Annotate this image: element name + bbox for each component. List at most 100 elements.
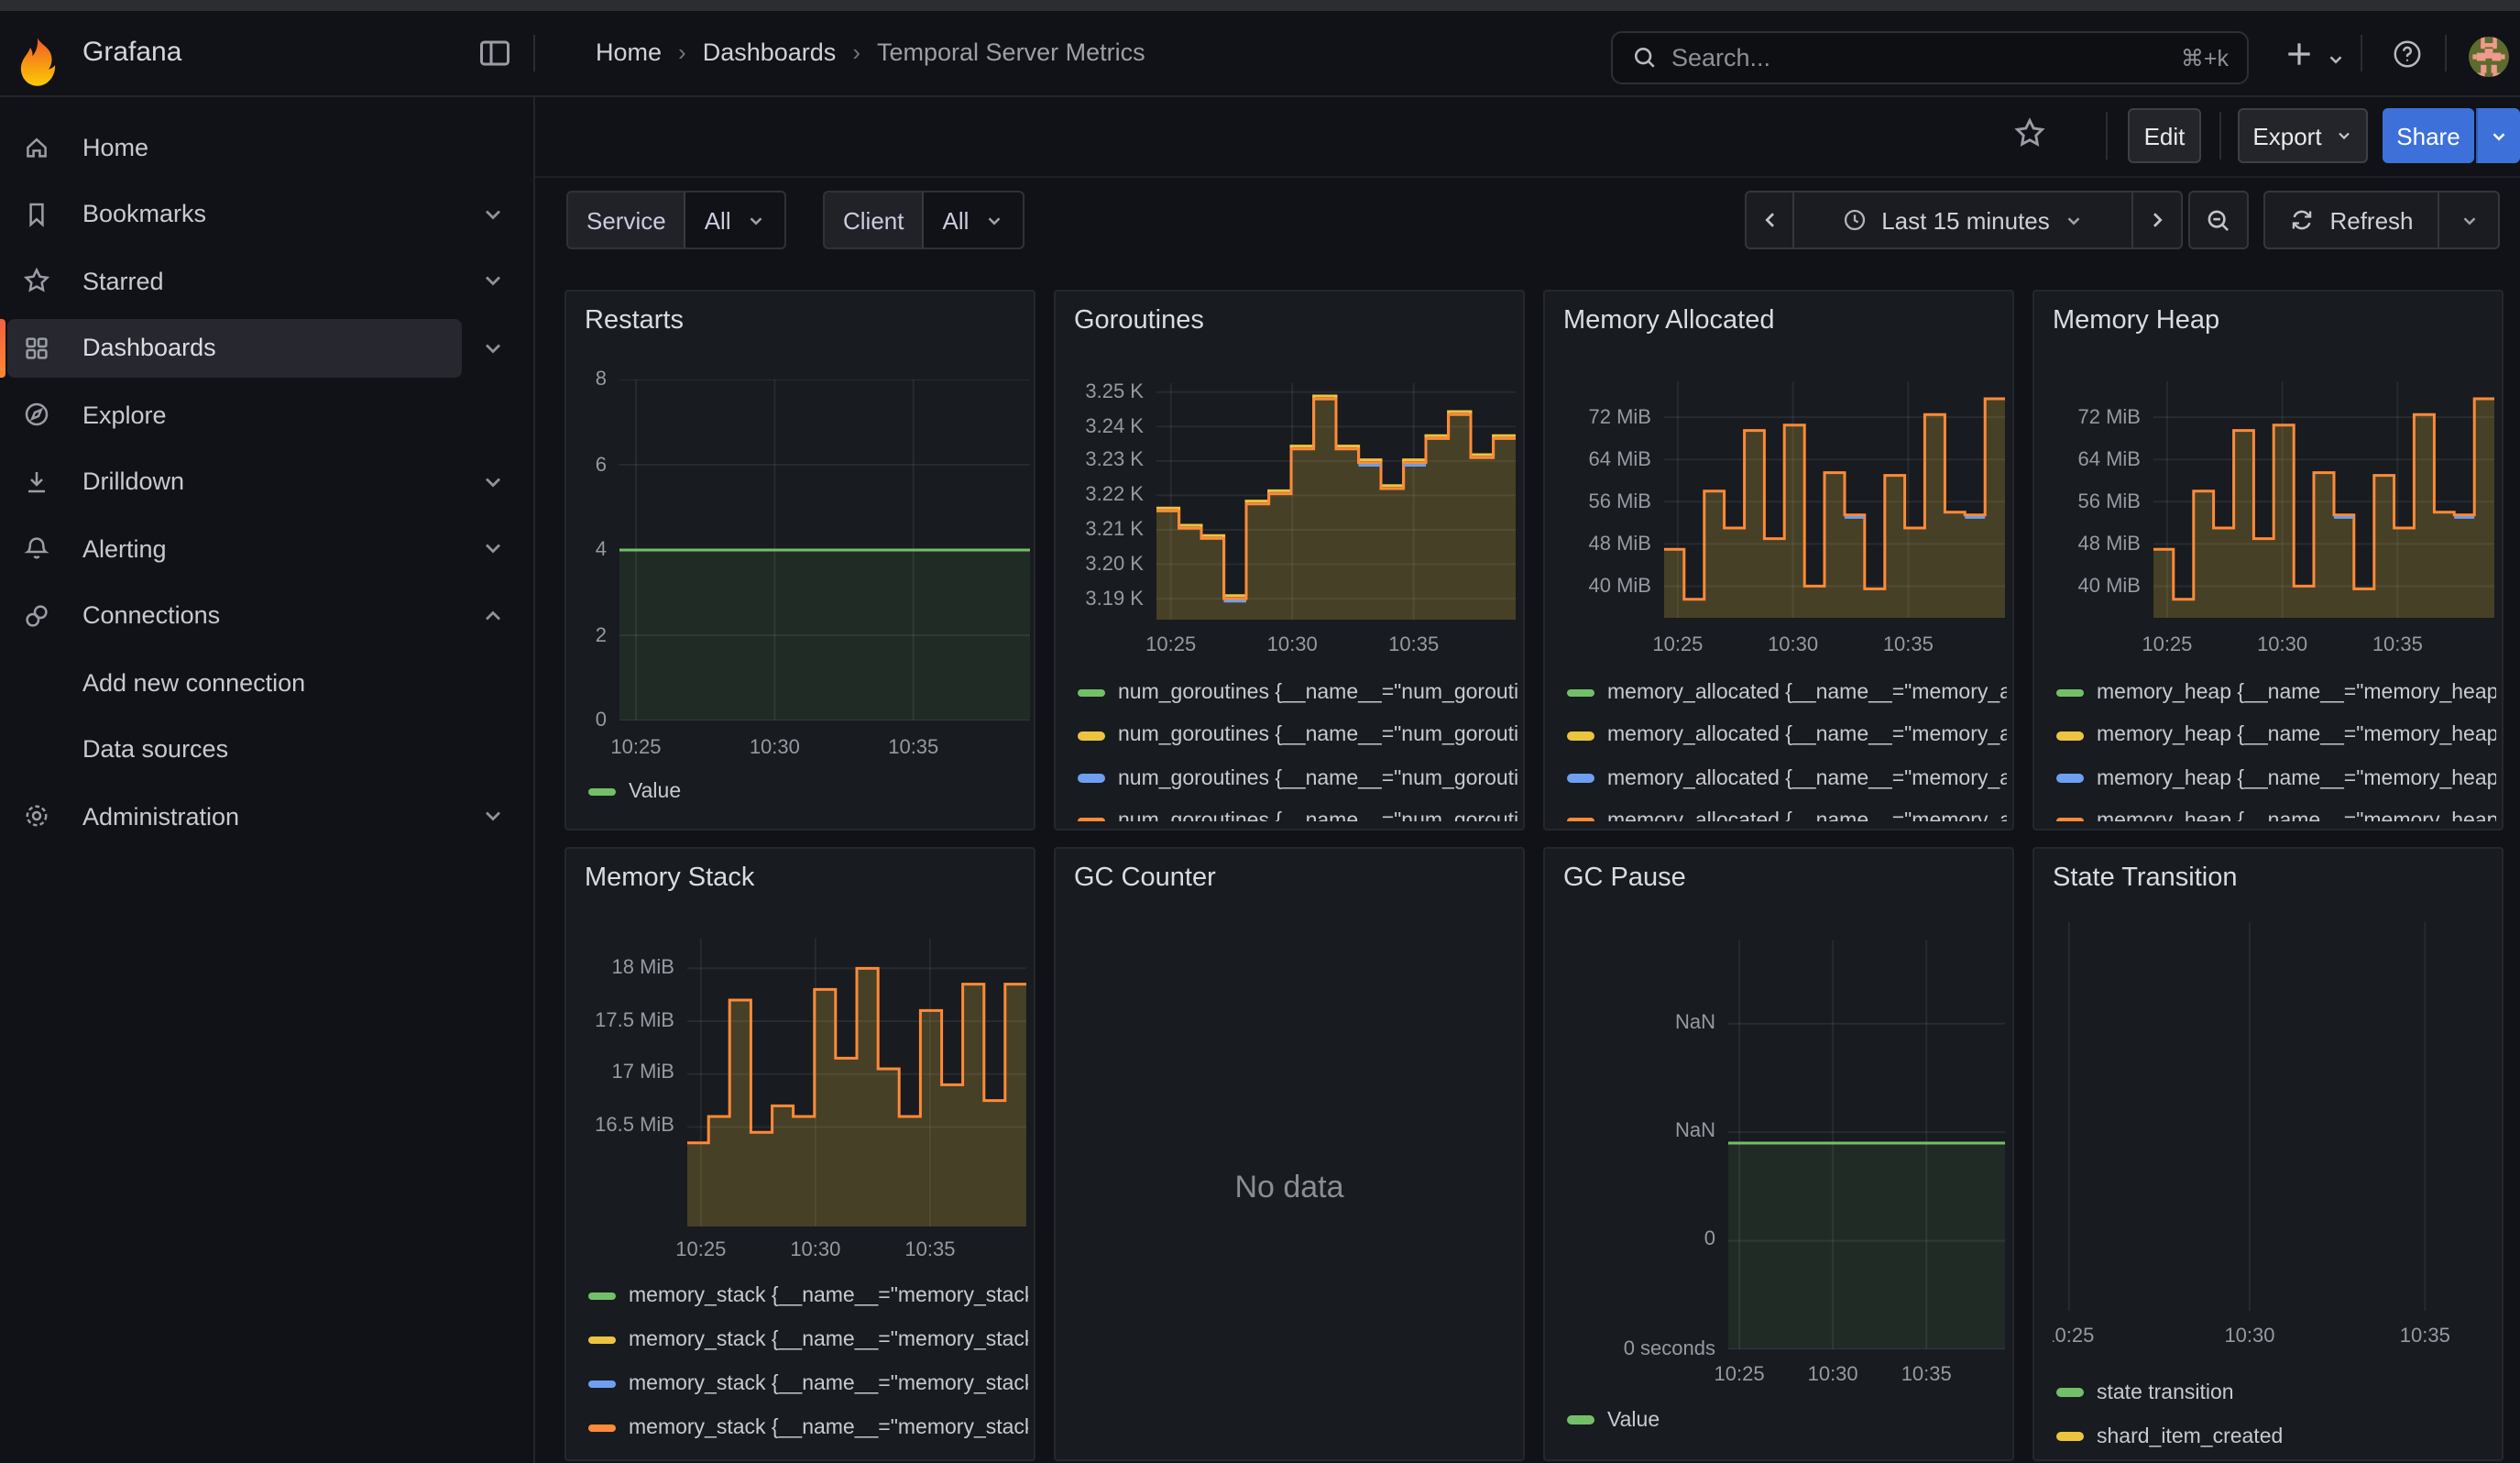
legend-item[interactable]: memory_stack {__name__="memory_stack" bbox=[588, 1370, 1028, 1399]
y-axis-label: 64 MiB bbox=[2032, 446, 2141, 472]
legend-item[interactable]: memory_allocated {__name__="memory_alloc… bbox=[1567, 807, 2007, 820]
panel-gc-pause: GC PauseNaNNaN00 seconds10:2510:3010:35 … bbox=[1543, 846, 2014, 1460]
legend-item[interactable]: memory_heap {__name__="memory_heap" bbox=[2056, 807, 2496, 820]
add-chevron-down-icon[interactable] bbox=[2326, 50, 2346, 70]
chart-plot-area[interactable] bbox=[687, 938, 1026, 1226]
sidebar-item-dashboards[interactable]: Dashboards bbox=[7, 318, 462, 377]
legend-item[interactable]: num_goroutines {__name__="num_goroutines… bbox=[1078, 764, 1517, 793]
y-axis-label: 72 MiB bbox=[1543, 404, 1651, 430]
search-placeholder: Search... bbox=[1671, 44, 2181, 72]
sidebar-item-starred[interactable]: Starred bbox=[7, 251, 462, 310]
time-range-picker[interactable]: Last 15 minutes bbox=[1794, 191, 2133, 249]
y-axis-label: 0 bbox=[564, 708, 607, 733]
chevron-down-icon[interactable] bbox=[480, 803, 506, 829]
y-axis-label: 3.20 K bbox=[1054, 552, 1144, 578]
chart-plot-area[interactable] bbox=[1664, 381, 2005, 618]
chevron-down-icon[interactable] bbox=[480, 201, 506, 226]
legend-item[interactable]: memory_heap {__name__="memory_heap" bbox=[2056, 721, 2496, 751]
x-axis-label: 10:25 bbox=[1112, 632, 1230, 658]
chevron-down-icon bbox=[746, 210, 766, 230]
breadcrumb-home[interactable]: Home bbox=[596, 38, 662, 66]
help-icon[interactable] bbox=[2392, 38, 2423, 70]
panel-title[interactable]: Memory Stack bbox=[585, 863, 754, 892]
legend-item[interactable]: memory_allocated {__name__="memory_alloc… bbox=[1567, 764, 2007, 793]
sidebar-item-home[interactable]: Home bbox=[7, 117, 462, 176]
search-shortcut: ⌘+k bbox=[2181, 44, 2229, 72]
chevron-down-icon[interactable] bbox=[480, 535, 506, 561]
legend-label: memory_allocated {__name__="memory_alloc… bbox=[1607, 725, 2007, 747]
zoom-out-button[interactable] bbox=[2188, 191, 2249, 249]
sidebar-item-connections[interactable]: Connections bbox=[7, 586, 462, 644]
add-button[interactable] bbox=[2284, 38, 2315, 70]
x-axis-label: 10:25 bbox=[577, 735, 695, 761]
legend-item[interactable]: shard_item_created bbox=[2056, 1422, 2283, 1451]
panel-title[interactable]: GC Pause bbox=[1563, 863, 1686, 892]
sidebar-item-alerting[interactable]: Alerting bbox=[7, 519, 462, 578]
window-top-strip bbox=[0, 0, 2520, 11]
panel-restarts: Restarts8642010:2510:3010:35 Value bbox=[564, 290, 1035, 830]
chart-plot-area[interactable] bbox=[1728, 940, 2005, 1348]
legend-item[interactable]: num_goroutines {__name__="num_goroutines… bbox=[1078, 721, 1517, 751]
legend-item[interactable]: state transition bbox=[2056, 1378, 2234, 1407]
share-button[interactable]: Share bbox=[2383, 108, 2474, 163]
search-input[interactable]: Search... ⌘+k bbox=[1611, 31, 2249, 84]
variable-client[interactable]: Client All bbox=[823, 191, 1024, 249]
panel-title[interactable]: GC Counter bbox=[1074, 863, 1216, 892]
refresh-button[interactable]: Refresh bbox=[2263, 191, 2439, 249]
grafana-logo-icon[interactable] bbox=[18, 35, 57, 73]
chart-plot-area[interactable] bbox=[2053, 921, 2494, 1310]
chart-plot-area[interactable] bbox=[2153, 381, 2494, 618]
chevron-down-icon[interactable] bbox=[480, 468, 506, 494]
legend-label: Value bbox=[629, 781, 681, 803]
sidebar-item-administration[interactable]: Administration bbox=[7, 786, 462, 845]
sidebar-item-label: Home bbox=[82, 133, 148, 160]
chart-plot-area[interactable] bbox=[619, 380, 1030, 720]
legend-item[interactable]: Value bbox=[588, 777, 681, 807]
gear-icon bbox=[22, 801, 51, 830]
panel-title[interactable]: Restarts bbox=[585, 306, 684, 336]
zoom-out-icon bbox=[2205, 206, 2232, 234]
legend: memory_allocated {__name__="memory_alloc… bbox=[1545, 664, 2014, 820]
legend-item[interactable]: memory_allocated {__name__="memory_alloc… bbox=[1567, 678, 2007, 708]
legend-item[interactable]: num_goroutines {__name__="num_goroutines… bbox=[1078, 807, 1517, 820]
breadcrumb-current: Temporal Server Metrics bbox=[877, 38, 1145, 66]
legend-item[interactable]: memory_allocated {__name__="memory_alloc… bbox=[1567, 721, 2007, 751]
panel-title[interactable]: State Transition bbox=[2053, 863, 2238, 892]
chevron-down-icon[interactable] bbox=[480, 268, 506, 293]
avatar[interactable] bbox=[2469, 37, 2509, 77]
sidebar-toggle-icon[interactable] bbox=[477, 35, 517, 72]
legend-item[interactable]: memory_stack {__name__="memory_stack" bbox=[588, 1414, 1028, 1443]
breadcrumb-dashboards[interactable]: Dashboards bbox=[703, 38, 837, 66]
sidebar-item-add-new-connection[interactable]: Add new connection bbox=[7, 653, 462, 711]
legend-item[interactable]: memory_stack {__name__="memory_stack" bbox=[588, 1282, 1028, 1311]
time-forward-button[interactable] bbox=[2133, 191, 2183, 249]
favorite-star-icon[interactable] bbox=[2012, 116, 2047, 150]
sidebar-item-data-sources[interactable]: Data sources bbox=[7, 720, 462, 778]
x-axis-label: 10:25 bbox=[2109, 632, 2226, 658]
share-chevron-button[interactable] bbox=[2476, 108, 2520, 163]
panel-title[interactable]: Memory Heap bbox=[2053, 306, 2219, 336]
variable-service[interactable]: Service All bbox=[566, 191, 786, 249]
sidebar-item-explore[interactable]: Explore bbox=[7, 385, 462, 444]
export-button[interactable]: Export bbox=[2238, 108, 2368, 163]
legend-item[interactable]: memory_heap {__name__="memory_heap" bbox=[2056, 678, 2496, 708]
panel-title[interactable]: Memory Allocated bbox=[1563, 306, 1775, 336]
chevron-down-icon[interactable] bbox=[480, 335, 506, 360]
sidebar-item-bookmarks[interactable]: Bookmarks bbox=[7, 184, 462, 243]
refresh-interval-chevron-button[interactable] bbox=[2439, 191, 2500, 249]
legend-item[interactable]: memory_stack {__name__="memory_stack" bbox=[588, 1326, 1028, 1355]
compass-icon bbox=[22, 400, 51, 429]
chevron-down-icon bbox=[2065, 210, 2085, 230]
edit-button[interactable]: Edit bbox=[2128, 108, 2201, 163]
chevron-up-icon[interactable] bbox=[480, 602, 506, 628]
sidebar-item-label: Dashboards bbox=[82, 334, 216, 361]
chart-plot-area[interactable] bbox=[1156, 383, 1516, 620]
time-back-button[interactable] bbox=[1745, 191, 1794, 249]
legend-item[interactable]: memory_heap {__name__="memory_heap" bbox=[2056, 764, 2496, 793]
panel-memory-heap: Memory Heap72 MiB64 MiB56 MiB48 MiB40 Mi… bbox=[2032, 290, 2504, 830]
sidebar-item-drilldown[interactable]: Drilldown bbox=[7, 452, 462, 511]
legend-item[interactable]: num_goroutines {__name__="num_goroutines… bbox=[1078, 678, 1517, 708]
panel-title[interactable]: Goroutines bbox=[1074, 306, 1204, 336]
legend-item[interactable]: Value bbox=[1567, 1405, 1660, 1435]
legend-swatch bbox=[2056, 1433, 2084, 1441]
